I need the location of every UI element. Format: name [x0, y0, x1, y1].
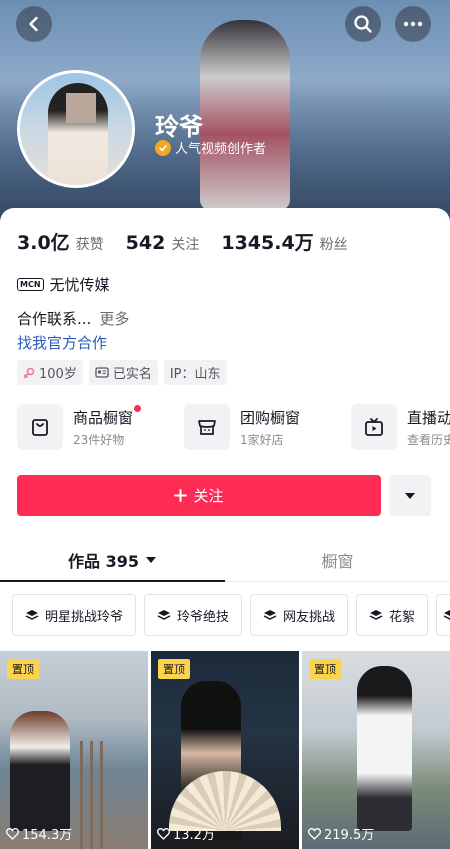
collection-chip[interactable] [436, 594, 450, 636]
followers-count[interactable]: 1345.4万 [221, 228, 313, 255]
back-button[interactable] [16, 6, 52, 42]
profile-card: 3.0亿 获赞 542 关注 1345.4万 粉丝 MCN 无忧传媒 合作联系.… [0, 208, 450, 849]
collection-chip[interactable]: 网友挑战 [250, 594, 349, 636]
likes-count: 3.0亿 [17, 232, 70, 254]
avatar-face-blur [66, 93, 96, 123]
tag-ip-label: IP：山东 [169, 367, 221, 382]
video-thumbnail[interactable]: 置顶 13.2万 [151, 651, 299, 849]
heart-icon [6, 827, 19, 840]
tag-verified: 已实名 [88, 360, 158, 385]
female-icon [23, 367, 35, 378]
tv-icon [351, 404, 397, 450]
tag-age-label: 100岁 [39, 367, 77, 382]
pinned-badge: 置顶 [7, 659, 39, 679]
bio[interactable]: 合作联系... 更多 [17, 308, 129, 329]
video-likes: 219.5万 [308, 824, 374, 843]
tab-showcase-label: 橱窗 [321, 551, 354, 571]
plus-icon [174, 489, 188, 502]
video-figure [10, 711, 70, 831]
shop-entries: 商品橱窗 23件好物 团购橱窗 1家好店 直播动态 查看历史 [17, 404, 450, 450]
following-count[interactable]: 542 [126, 232, 166, 254]
collection-chip[interactable]: 花絮 [356, 594, 429, 636]
verified-check-icon [155, 139, 171, 156]
profile-tags: 100岁 已实名 IP：山东 [17, 360, 227, 385]
content-tabs: 作品 395 橱窗 [0, 538, 450, 582]
tag-age: 100岁 [17, 360, 83, 385]
video-thumbnail[interactable]: 置顶 154.3万 [0, 651, 148, 849]
collection-chip[interactable]: 明星挑战玲爷 [12, 594, 137, 636]
shop-groupbuy-title: 团购橱窗 [240, 408, 301, 427]
official-cooperation-link[interactable]: 找我官方合作 [17, 332, 107, 353]
video-likes-count: 13.2万 [173, 828, 215, 843]
bio-text: 合作联系... [17, 310, 92, 328]
follow-button[interactable]: 关注 [17, 475, 381, 516]
video-figure [357, 666, 412, 831]
organization[interactable]: MCN 无忧传媒 [17, 274, 110, 295]
follow-button-label: 关注 [193, 487, 224, 505]
search-button[interactable] [345, 6, 381, 42]
shopping-bag-icon [17, 404, 63, 450]
more-icon [403, 21, 423, 27]
tab-showcase[interactable]: 橱窗 [225, 538, 450, 581]
shop-products-sub: 23件好物 [73, 432, 125, 447]
following-label[interactable]: 关注 [171, 234, 199, 254]
video-likes-count: 154.3万 [22, 828, 73, 843]
notification-dot [134, 404, 142, 412]
followers-label[interactable]: 粉丝 [320, 234, 348, 254]
stats-row: 3.0亿 获赞 542 关注 1345.4万 粉丝 [17, 228, 370, 255]
collection-chips: 明星挑战玲爷 玲爷绝技 网友挑战 花絮 [12, 594, 450, 636]
pinned-badge: 置顶 [158, 659, 190, 679]
layers-icon [443, 609, 450, 620]
shop-groupbuy-sub: 1家好店 [240, 432, 284, 447]
shop-entry-products[interactable]: 商品橱窗 23件好物 [17, 404, 172, 450]
pinned-badge: 置顶 [309, 659, 341, 679]
shop-live-title: 直播动态 [407, 408, 450, 427]
search-icon [354, 15, 372, 33]
layers-icon [369, 609, 383, 620]
shop-products-title: 商品橱窗 [73, 408, 134, 427]
chevron-left-icon [29, 16, 38, 32]
shop-live-sub: 查看历史 [407, 432, 450, 447]
video-thumbnail[interactable]: 置顶 219.5万 [302, 651, 450, 849]
likes-label: 获赞 [75, 237, 104, 253]
heart-icon [157, 827, 170, 840]
video-grid: 置顶 154.3万 置顶 13.2万 置顶 219.5万 [0, 651, 450, 849]
video-railing [80, 741, 110, 849]
avatar[interactable] [17, 70, 135, 188]
creator-badge[interactable]: 人气视频创作者 [155, 138, 266, 157]
layers-icon [263, 609, 277, 620]
heart-icon [308, 827, 321, 840]
collection-label: 明星挑战玲爷 [45, 609, 124, 625]
mcn-icon: MCN [17, 278, 44, 291]
shop-entry-live[interactable]: 直播动态 查看历史 [351, 404, 450, 450]
recommend-dropdown-button[interactable] [389, 475, 431, 516]
profile-name: 玲爷 [155, 113, 203, 141]
video-likes-count: 219.5万 [324, 828, 375, 843]
tab-works-label: 作品 395 [68, 551, 139, 571]
collection-label: 花絮 [389, 609, 416, 625]
collection-label: 网友挑战 [283, 609, 336, 625]
tag-ip: IP：山东 [163, 360, 227, 385]
group-buy-icon [184, 404, 230, 450]
layers-icon [157, 609, 171, 620]
caret-down-icon [405, 492, 415, 499]
creator-badge-label: 人气视频创作者 [175, 142, 267, 157]
bio-more-link[interactable]: 更多 [99, 310, 129, 328]
video-likes: 154.3万 [6, 824, 72, 843]
collection-label: 玲爷绝技 [177, 609, 230, 625]
caret-down-icon [145, 556, 156, 563]
video-likes: 13.2万 [157, 824, 215, 843]
id-card-icon [95, 367, 109, 378]
more-button[interactable] [395, 6, 431, 42]
organization-name: 无忧传媒 [49, 276, 110, 294]
tag-verified-label: 已实名 [112, 367, 152, 382]
tab-works[interactable]: 作品 395 [0, 538, 225, 582]
shop-entry-groupbuy[interactable]: 团购橱窗 1家好店 [184, 404, 339, 450]
cover-figure [200, 20, 290, 210]
collection-chip[interactable]: 玲爷绝技 [144, 594, 243, 636]
layers-icon [25, 609, 39, 620]
